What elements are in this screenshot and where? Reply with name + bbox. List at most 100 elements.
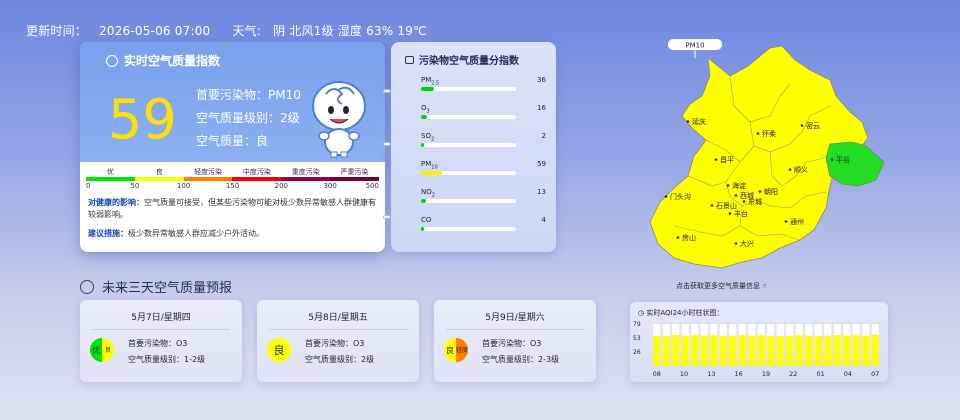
forecast-date: 5月9日/星期六 <box>446 310 584 330</box>
scale-segment <box>281 177 331 181</box>
clock-icon <box>80 279 94 294</box>
aqi-bar[interactable] <box>852 335 860 366</box>
scale-segment <box>330 177 379 181</box>
aqi-bar[interactable] <box>767 335 775 366</box>
pollutant-name: PM2.5 <box>421 76 440 87</box>
district-label: 延庆 <box>692 117 706 126</box>
map-region-excellent[interactable] <box>825 141 885 187</box>
aqi-bar[interactable] <box>862 335 870 366</box>
aqi-bar[interactable] <box>681 335 689 366</box>
x-tick-label: 16 <box>735 370 743 378</box>
forecast-card[interactable]: 5月7日/星期四 优良 首要污染物：O3 空气质量级别：1-2级 <box>80 300 242 382</box>
update-label: 更新时间： <box>26 24 88 38</box>
forecast-primary: 首要污染物：O3 <box>482 339 542 348</box>
aqi-bar[interactable] <box>786 335 794 366</box>
district-label: 丰台 <box>734 209 748 218</box>
x-tick-label: 08 <box>653 370 661 378</box>
district-label: 顺义 <box>794 166 808 174</box>
scale-segment <box>134 177 184 181</box>
map-badge-text: PM10 <box>685 42 704 50</box>
aqi-bar[interactable] <box>748 335 756 366</box>
aqi-bar[interactable] <box>700 335 708 366</box>
district-label: 海淀 <box>732 181 746 190</box>
scale-number: 100 <box>176 182 191 190</box>
pollutant-value: 2 <box>541 132 546 140</box>
pollutant-name: CO <box>421 216 432 224</box>
weather-label: 天气: <box>232 24 262 38</box>
aqi-bar[interactable] <box>795 335 803 366</box>
aqi-bar[interactable] <box>729 335 737 366</box>
pollutant-bar-track <box>421 227 516 231</box>
aqi-bar[interactable] <box>776 336 784 366</box>
map-caption[interactable]: 点击获取更多空气质量信息 ☝ <box>676 281 767 291</box>
aqi-bar[interactable] <box>814 336 822 366</box>
aqi-bar[interactable] <box>805 335 813 366</box>
forecast-card[interactable]: 5月8日/星期五 良 首要污染物：O3 空气质量级别：2级 <box>257 300 419 382</box>
forecast-primary: 首要污染物：O3 <box>305 339 365 348</box>
aqi-bar[interactable] <box>738 335 746 366</box>
x-tick-label: 07 <box>871 370 879 378</box>
aqi-bar[interactable] <box>757 335 765 366</box>
pollutant-row: PM10 59 <box>421 160 546 175</box>
district-label: 密云 <box>806 121 820 130</box>
forecast-level: 空气质量级别：1-2级 <box>128 355 206 364</box>
pollutant-bar-fill <box>421 227 424 231</box>
scale-segment <box>86 177 135 181</box>
district-label: 石景山 <box>716 201 737 210</box>
scale-label-excellent: 优 <box>106 168 114 176</box>
forecast-card[interactable]: 5月9日/星期六 良轻度 首要污染物：O3 空气质量级别：2-3级 <box>434 300 596 382</box>
scale-segment <box>183 177 233 181</box>
x-tick-label: 10 <box>680 370 688 378</box>
pollutant-value: 13 <box>537 188 546 196</box>
calendar-icon <box>405 55 414 64</box>
forecast-primary: 首要污染物：O3 <box>128 339 188 348</box>
forecast-date: 5月8日/星期五 <box>269 310 407 330</box>
scale-number: 50 <box>130 182 140 190</box>
scale-label-severe: 严重污染 <box>340 168 369 176</box>
x-tick-label: 13 <box>707 370 715 378</box>
pollutant-bar-fill <box>421 171 442 175</box>
aqi-bar[interactable] <box>672 335 680 366</box>
y-tick-label: 53 <box>633 335 641 342</box>
realtime-aqi-panel: 实时空气质量指数 59 首要污染物：PM10 空气质量级别：2级 空气质量：良 … <box>80 42 385 252</box>
district-label: 房山 <box>682 233 696 242</box>
district-label: 大兴 <box>740 239 754 248</box>
aqi-bar[interactable] <box>653 336 661 366</box>
pollutant-bar-fill <box>421 115 427 119</box>
aqi-bar[interactable] <box>833 335 841 366</box>
scale-number: 200 <box>274 182 289 190</box>
status-bar: 更新时间： 2026-05-06 07:00 天气: 阴 北风1级 湿度 63%… <box>26 22 435 39</box>
pollutant-name: SO2 <box>421 132 435 143</box>
aqi-bar[interactable] <box>843 335 851 366</box>
pollutant-index-panel: 污染物空气质量分指数 PM2.5 36 O3 16 SO2 2 PM10 59 … <box>391 42 556 252</box>
district-label: 门头沟 <box>670 192 691 201</box>
aqi-bar[interactable] <box>662 335 670 366</box>
pollutant-value: 4 <box>541 216 546 224</box>
pollutant-bar-fill <box>421 87 435 91</box>
scale-label-moderate: 中度污染 <box>242 168 271 176</box>
pollutant-row: SO2 2 <box>421 132 546 147</box>
advice-text: 极少数异常敏感人群应减少户外活动。 <box>128 229 264 238</box>
aqi-scale: 优 良 轻度污染 中度污染 重度污染 严重污染 0 50 100 150 200 300 5… <box>86 167 379 192</box>
primary-pollutant: 首要污染物：PM10 <box>196 88 301 102</box>
aqi-bar[interactable] <box>871 334 879 366</box>
health-advice: 对健康的影响：空气质量可接受，但某些污染物可能对极少数异常敏感人群健康有较弱影响… <box>88 197 378 247</box>
district-label: 昌平 <box>720 156 734 164</box>
pollutant-row: PM2.5 36 <box>421 76 546 91</box>
aqi-bar[interactable] <box>710 335 718 366</box>
weather-text: 阴 北风1级 湿度 63% 19℃ <box>273 24 427 38</box>
map-caption-text[interactable]: 点击获取更多空气质量信息 <box>676 282 760 290</box>
beijing-district-map[interactable]: PM10 延庆 密云怀柔平谷昌平顺义门头沟海淀朝阳石景山丰台东城西城房山大兴通州 <box>630 36 890 286</box>
scale-color-bar <box>86 177 379 181</box>
aqi-icon <box>106 54 118 67</box>
pointer-icon: ☝ <box>762 282 767 290</box>
pollutant-bar-fill <box>421 199 426 203</box>
aqi-24h-chart-panel: ◷ 实时AQI24小时柱状图： 79 53 26 08 10 13 16 19 22 01 04 07 <box>630 302 888 382</box>
aqi-bar[interactable] <box>824 335 832 366</box>
pollutant-bar-track <box>421 171 516 175</box>
pollutant-row: CO 4 <box>421 216 546 231</box>
aqi-bar[interactable] <box>691 335 699 366</box>
pollutant-bar-track <box>421 199 516 203</box>
binder-ring <box>383 142 391 146</box>
aqi-bar[interactable] <box>719 336 727 366</box>
